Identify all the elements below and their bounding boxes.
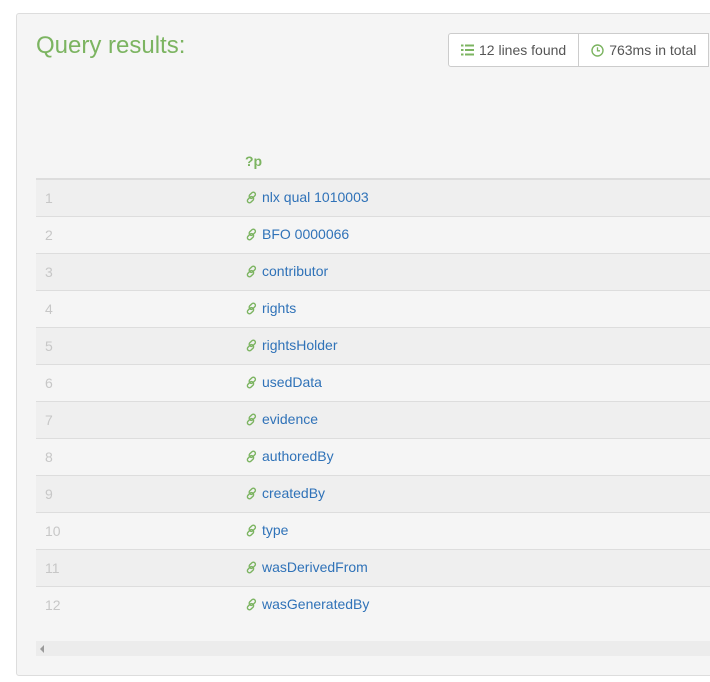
result-link[interactable]: wasGeneratedBy (245, 596, 369, 612)
time-total-text: 763ms in total (609, 42, 697, 58)
horizontal-scrollbar[interactable] (36, 641, 710, 656)
row-index: 5 (36, 327, 245, 365)
result-link[interactable]: usedData (245, 374, 322, 390)
table-row: 12 wasGeneratedBy (36, 586, 710, 623)
link-icon (246, 191, 257, 204)
row-value-cell: createdBy (245, 475, 710, 513)
table-row: 11 wasDerivedFrom (36, 549, 710, 587)
link-icon (246, 376, 257, 389)
result-link[interactable]: rightsHolder (245, 337, 337, 353)
result-link-text: rights (262, 300, 297, 317)
row-index: 12 (36, 586, 245, 623)
result-link-text: BFO 0000066 (262, 226, 350, 243)
column-header-p[interactable]: ?p (245, 144, 710, 180)
query-results-panel: Query results: 12 lines found 763ms in t… (16, 13, 710, 676)
link-icon (246, 561, 257, 574)
result-link-text: rightsHolder (262, 337, 338, 354)
table-row: 9 createdBy (36, 475, 710, 513)
row-value-cell: wasGeneratedBy (245, 586, 710, 623)
row-index: 3 (36, 253, 245, 291)
result-link[interactable]: rights (245, 300, 296, 316)
row-index: 6 (36, 364, 245, 402)
list-icon (461, 44, 474, 56)
result-link[interactable]: evidence (245, 411, 318, 427)
row-value-cell: BFO 0000066 (245, 216, 710, 254)
result-link-text: usedData (262, 374, 322, 391)
result-link[interactable]: nlx qual 1010003 (245, 189, 369, 205)
table-row: 8 authoredBy (36, 438, 710, 476)
row-value-cell: nlx qual 1010003 (245, 178, 710, 217)
page-title: Query results: (36, 32, 186, 59)
scroll-left-arrow-icon[interactable] (40, 645, 44, 653)
row-index: 8 (36, 438, 245, 476)
row-index: 11 (36, 549, 245, 587)
table-row: 6 usedData (36, 364, 710, 402)
link-icon (246, 598, 257, 611)
result-link-text: nlx qual 1010003 (262, 189, 369, 206)
result-link-text: wasDerivedFrom (262, 559, 368, 576)
table-row: 4 rights (36, 290, 710, 328)
lines-found-badge: 12 lines found (448, 33, 580, 67)
time-total-badge: 763ms in total (579, 33, 710, 67)
link-icon (246, 450, 257, 463)
result-link-text: createdBy (262, 485, 326, 502)
result-link[interactable]: authoredBy (245, 448, 334, 464)
table-row: 7 evidence (36, 401, 710, 439)
row-value-cell: authoredBy (245, 438, 710, 476)
link-icon (246, 339, 257, 352)
result-link-text: authoredBy (262, 448, 334, 465)
table-header-row: ?p (36, 144, 710, 180)
row-index: 7 (36, 401, 245, 439)
result-stats: 12 lines found 763ms in total (448, 33, 710, 67)
row-value-cell: wasDerivedFrom (245, 549, 710, 587)
results-table-container: ?p 1 nlx qual 1010003 2 BFO 0000066 3 contrib… (36, 144, 710, 623)
row-value-cell: evidence (245, 401, 710, 439)
row-index: 1 (36, 178, 245, 217)
row-index: 9 (36, 475, 245, 513)
link-icon (246, 524, 257, 537)
row-index: 4 (36, 290, 245, 328)
table-row: 3 contributor (36, 253, 710, 291)
result-link[interactable]: BFO 0000066 (245, 226, 349, 242)
link-icon (246, 487, 257, 500)
result-link[interactable]: createdBy (245, 485, 325, 501)
link-icon (246, 302, 257, 315)
row-value-cell: usedData (245, 364, 710, 402)
row-value-cell: contributor (245, 253, 710, 291)
results-table-body: 1 nlx qual 1010003 2 BFO 0000066 3 contributo… (36, 178, 710, 623)
result-link-text: type (262, 522, 289, 539)
result-link[interactable]: contributor (245, 263, 328, 279)
result-link-text: evidence (262, 411, 319, 428)
table-row: 1 nlx qual 1010003 (36, 178, 710, 217)
table-row: 5 rightsHolder (36, 327, 710, 365)
link-icon (246, 413, 257, 426)
result-link[interactable]: type (245, 522, 288, 538)
lines-found-text: 12 lines found (479, 42, 567, 58)
result-link[interactable]: wasDerivedFrom (245, 559, 368, 575)
row-value-cell: rights (245, 290, 710, 328)
link-icon (246, 265, 257, 278)
result-link-text: contributor (262, 263, 329, 280)
table-row: 2 BFO 0000066 (36, 216, 710, 254)
row-index: 10 (36, 512, 245, 550)
clock-icon (591, 43, 604, 57)
results-table: ?p 1 nlx qual 1010003 2 BFO 0000066 3 contrib… (36, 144, 710, 623)
row-value-cell: rightsHolder (245, 327, 710, 365)
result-link-text: wasGeneratedBy (262, 596, 370, 613)
link-icon (246, 228, 257, 241)
row-index: 2 (36, 216, 245, 254)
row-value-cell: type (245, 512, 710, 550)
table-row: 10 type (36, 512, 710, 550)
column-header-index (36, 144, 245, 180)
